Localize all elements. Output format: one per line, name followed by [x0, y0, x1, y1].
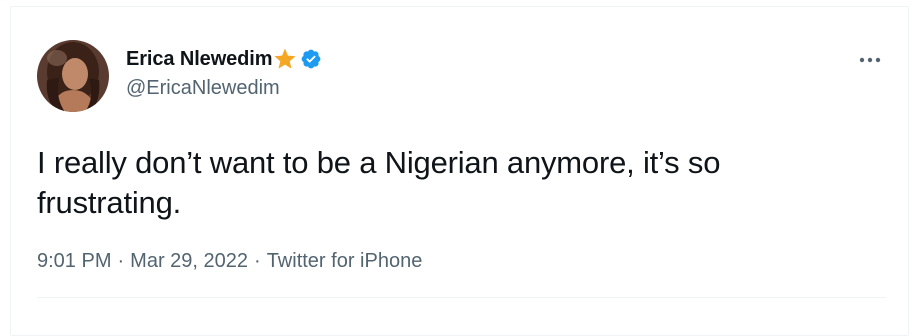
tweet-time[interactable]: 9:01 PM	[37, 250, 111, 273]
tweet-metadata: 9:01 PM · Mar 29, 2022 · Twitter for iPh…	[37, 250, 422, 273]
star-icon	[273, 47, 297, 71]
avatar[interactable]	[37, 40, 109, 112]
author-name-row[interactable]: Erica Nlewedim	[126, 46, 322, 72]
tweet-text: I really don’t want to be a Nigerian any…	[37, 145, 721, 220]
more-options-button[interactable]	[857, 50, 883, 70]
more-options-icon	[859, 57, 881, 63]
tweet-source[interactable]: Twitter for iPhone	[267, 250, 423, 273]
avatar-image	[37, 40, 109, 112]
divider	[37, 297, 886, 298]
meta-separator: ·	[117, 250, 125, 272]
verified-icon[interactable]	[300, 48, 322, 70]
author-display-name[interactable]: Erica Nlewedim	[126, 48, 273, 71]
tweet-card: Erica Nlewedim @EricaNlewedim I really d…	[10, 6, 909, 336]
meta-separator: ·	[254, 250, 261, 272]
tweet-date[interactable]: Mar 29, 2022	[130, 250, 248, 273]
author-handle[interactable]: @EricaNlewedim	[126, 77, 280, 100]
